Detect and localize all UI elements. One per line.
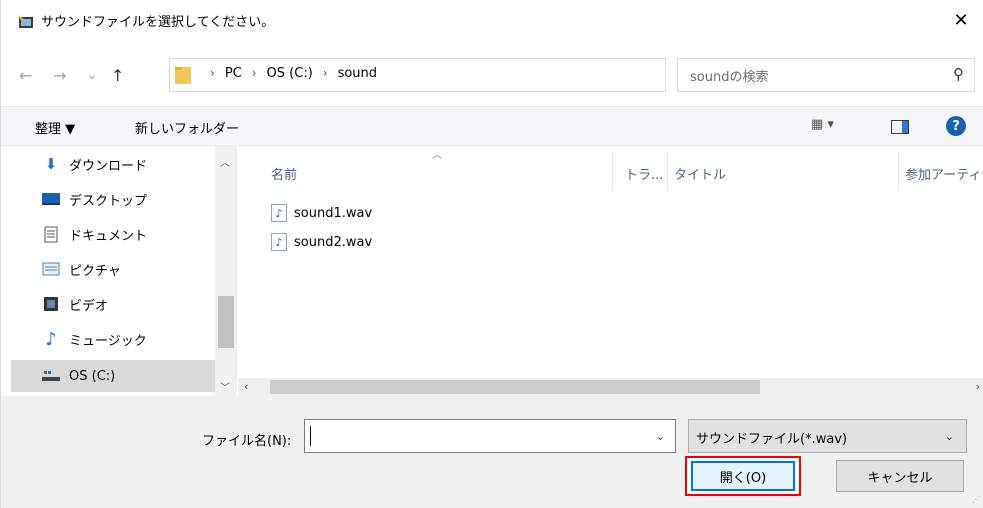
file-name: sound2.wav — [294, 234, 373, 250]
music-icon: ♪ — [45, 328, 57, 350]
list-item[interactable]: ♪ sound2.wav — [271, 230, 372, 254]
help-icon[interactable]: ? — [946, 116, 966, 136]
filename-field[interactable]: ⌄ — [304, 419, 676, 453]
filename-label: ファイル名(N): — [202, 434, 292, 449]
resize-grip-icon[interactable]: ⋰ — [972, 495, 980, 504]
scroll-thumb[interactable] — [270, 380, 760, 394]
horizontal-scrollbar[interactable]: ‹ › — [238, 378, 983, 396]
column-divider[interactable] — [898, 152, 899, 190]
sidebar-item-label: ダウンロード — [69, 158, 148, 174]
command-toolbar: 整理 ▼ 新しいフォルダー ▦ ▾ ? — [1, 106, 983, 146]
navigation-pane: ⬇ ダウンロード デスクトップ ドキュメント ピクチャ ビデオ ♪ ミュージック… — [1, 146, 238, 396]
sidebar-item-label: ビデオ — [69, 298, 109, 314]
search-icon[interactable]: ⚲ — [953, 65, 964, 83]
sidebar-item-pictures[interactable]: ピクチャ — [11, 253, 216, 285]
sidebar-item-downloads[interactable]: ⬇ ダウンロード — [11, 148, 216, 180]
sidebar-item-label: ピクチャ — [69, 263, 121, 279]
file-list: ︿ 名前 トラ... タイトル 参加アーティ ♪ sound1.wav ♪ so… — [238, 146, 983, 378]
preview-pane-icon[interactable] — [891, 120, 909, 134]
sidebar-item-label: OS (C:) — [69, 368, 116, 384]
navigation-scrollbar[interactable]: ︿ ﹀ — [215, 146, 237, 396]
list-item[interactable]: ♪ sound1.wav — [271, 201, 372, 225]
close-button[interactable]: ✕ — [938, 0, 983, 40]
chevron-down-icon: ⌄ — [944, 430, 954, 443]
cancel-button[interactable]: キャンセル — [836, 460, 964, 492]
sidebar-item-documents[interactable]: ドキュメント — [11, 218, 216, 250]
video-icon — [41, 295, 61, 313]
organize-button[interactable]: 整理 ▼ — [35, 118, 75, 137]
breadcrumb-separator: › — [322, 66, 328, 80]
breadcrumb-pc[interactable]: PC — [225, 66, 242, 81]
breadcrumb: › PC › OS (C:) › sound — [200, 66, 377, 81]
app-icon — [18, 15, 33, 28]
breadcrumb-separator: › — [251, 66, 257, 80]
desktop-icon — [41, 190, 61, 208]
open-button-highlight: 開く(O) — [685, 456, 801, 496]
dialog-footer: ファイル名(N): ⌄ サウンドファイル(*.wav) ⌄ 開く(O) キャンセ… — [1, 396, 983, 508]
sidebar-item-desktop[interactable]: デスクトップ — [11, 183, 216, 215]
file-type-value: サウンドファイル(*.wav) — [696, 432, 848, 447]
sidebar-item-os-drive[interactable]: OS (C:) — [11, 360, 216, 392]
audio-file-icon: ♪ — [271, 204, 287, 222]
column-header-title[interactable]: タイトル — [674, 164, 726, 204]
audio-file-icon: ♪ — [271, 233, 287, 251]
folder-icon — [175, 67, 191, 84]
forward-button[interactable]: → — [53, 66, 66, 85]
title-bar: サウンドファイルを選択してください。 ✕ — [1, 0, 983, 40]
scroll-up-icon[interactable]: ︿ — [220, 154, 230, 169]
navigation-bar: ← → ⌄ ↑ › PC › OS (C:) › sound ⌄ ↻ sound… — [1, 58, 983, 94]
search-placeholder: soundの検索 — [690, 70, 769, 85]
sidebar-item-music[interactable]: ♪ ミュージック — [11, 323, 216, 355]
breadcrumb-separator: › — [210, 66, 215, 80]
file-open-dialog: サウンドファイルを選択してください。 ✕ ← → ⌄ ↑ › PC › OS (… — [0, 0, 983, 508]
download-icon: ⬇ — [44, 155, 58, 173]
sidebar-item-videos[interactable]: ビデオ — [11, 288, 216, 320]
breadcrumb-sound[interactable]: sound — [338, 66, 377, 81]
search-input[interactable]: soundの検索 ⚲ — [677, 58, 975, 92]
column-header-track[interactable]: トラ... — [625, 164, 663, 204]
view-options-icon[interactable]: ▦ ▾ — [811, 117, 834, 132]
file-name: sound1.wav — [294, 205, 373, 221]
sort-ascending-icon: ︿ — [432, 150, 442, 161]
scroll-left-icon[interactable]: ‹ — [244, 380, 248, 393]
chevron-down-icon[interactable]: ⌄ — [656, 430, 665, 443]
open-button[interactable]: 開く(O) — [691, 461, 795, 491]
breadcrumb-drive[interactable]: OS (C:) — [267, 66, 313, 81]
column-header-name[interactable]: 名前 — [271, 164, 297, 204]
column-divider[interactable] — [612, 152, 613, 190]
up-button[interactable]: ↑ — [111, 66, 124, 85]
address-bar[interactable]: › PC › OS (C:) › sound ⌄ ↻ — [169, 58, 818, 92]
scroll-thumb[interactable] — [218, 296, 234, 348]
sidebar-item-label: ドキュメント — [69, 228, 148, 244]
column-divider[interactable] — [667, 152, 668, 190]
document-icon — [41, 225, 61, 243]
new-folder-button[interactable]: 新しいフォルダー — [135, 118, 239, 137]
sidebar-item-label: デスクトップ — [69, 193, 148, 209]
recent-locations-button[interactable]: ⌄ — [87, 68, 97, 82]
scroll-down-icon[interactable]: ﹀ — [220, 379, 230, 394]
close-icon: ✕ — [953, 9, 969, 31]
sidebar-item-label: ミュージック — [69, 333, 147, 349]
scroll-right-icon[interactable]: › — [976, 380, 980, 393]
file-type-select[interactable]: サウンドファイル(*.wav) ⌄ — [688, 419, 967, 453]
column-header-artist[interactable]: 参加アーティ — [905, 164, 981, 204]
drive-icon — [41, 367, 61, 385]
back-button[interactable]: ← — [19, 66, 32, 85]
text-caret — [310, 426, 311, 446]
pictures-icon — [41, 260, 61, 278]
window-title: サウンドファイルを選択してください。 — [41, 15, 275, 30]
